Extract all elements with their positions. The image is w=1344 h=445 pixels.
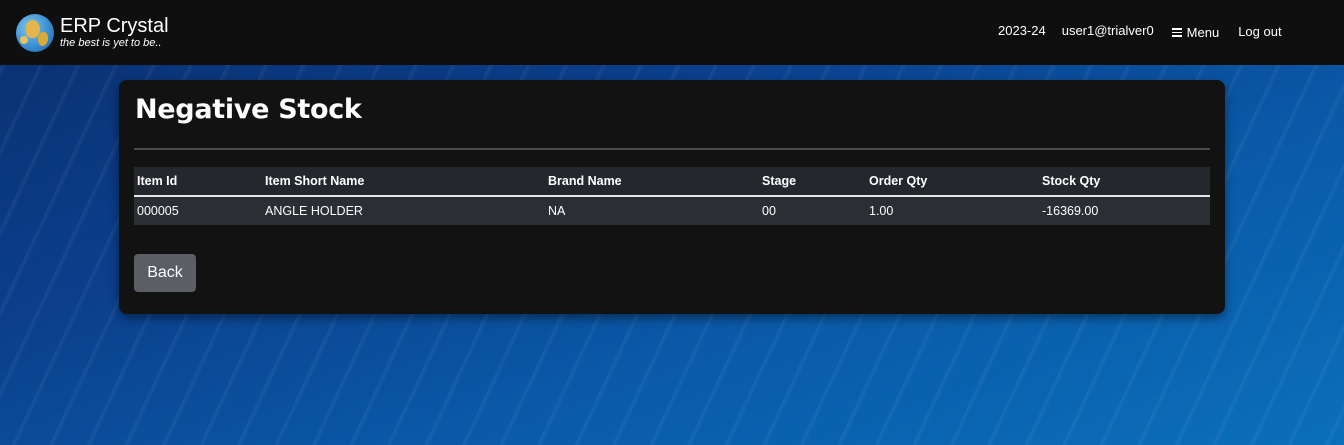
fiscal-year-link[interactable]: 2023-24 — [998, 23, 1046, 38]
cell-stage: 00 — [759, 196, 866, 225]
column-header-stock-qty: Stock Qty — [1039, 167, 1210, 197]
app-title: ERP Crystal — [60, 15, 169, 37]
back-button[interactable]: Back — [134, 254, 196, 292]
globe-icon — [16, 13, 54, 52]
cell-item-short-name: ANGLE HOLDER — [262, 196, 545, 225]
cell-item-id: 000005 — [134, 196, 262, 225]
column-header-item-short-name: Item Short Name — [262, 167, 545, 197]
negative-stock-card: Negative Stock Item Id Item Short Name B… — [119, 80, 1225, 314]
cell-order-qty: 1.00 — [866, 196, 1039, 225]
menu-button[interactable]: Menu — [1171, 24, 1220, 40]
brand-logo-link[interactable]: ERP Crystal the best is yet to be.. — [16, 0, 169, 65]
column-header-item-id: Item Id — [134, 167, 262, 197]
page-title: Negative Stock — [135, 94, 362, 125]
logout-link[interactable]: Log out — [1238, 24, 1281, 39]
cell-brand-name: NA — [545, 196, 759, 225]
hamburger-icon — [1171, 28, 1182, 37]
negative-stock-table: Item Id Item Short Name Brand Name Stage… — [134, 167, 1210, 225]
table-header-row: Item Id Item Short Name Brand Name Stage… — [134, 167, 1210, 197]
top-navbar: ERP Crystal the best is yet to be.. 2023… — [0, 0, 1344, 65]
cell-stock-qty: -16369.00 — [1039, 196, 1210, 225]
app-tagline: the best is yet to be.. — [60, 37, 162, 49]
title-divider — [134, 148, 1210, 150]
column-header-stage: Stage — [759, 167, 866, 197]
column-header-brand-name: Brand Name — [545, 167, 759, 197]
table-row: 000005 ANGLE HOLDER NA 00 1.00 -16369.00 — [134, 196, 1210, 225]
user-account-link[interactable]: user1@trialver0 — [1062, 23, 1154, 38]
menu-label: Menu — [1186, 24, 1220, 40]
column-header-order-qty: Order Qty — [866, 167, 1039, 197]
